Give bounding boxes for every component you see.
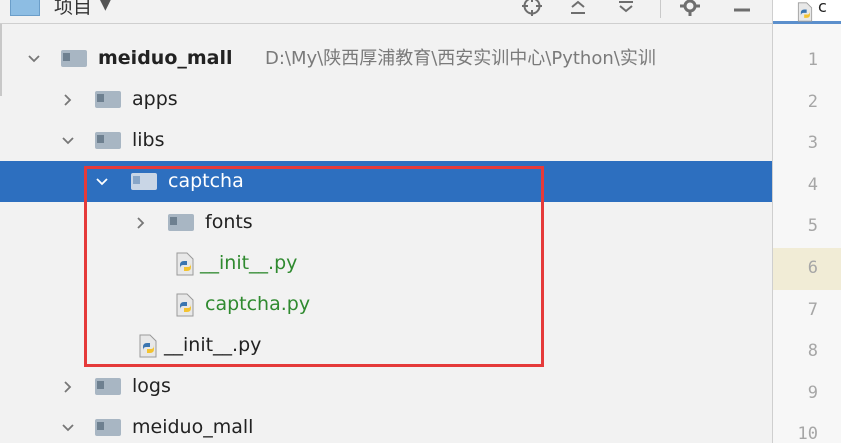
expand-all-icon[interactable] — [612, 0, 640, 20]
line-number: 6 — [773, 247, 841, 290]
project-view-selector[interactable]: 项目 ▼ — [10, 0, 111, 20]
folder-icon — [95, 419, 121, 436]
project-tree: meiduo_mall D:\My\陕西厚浦教育\西安实训中心\Python\实… — [0, 38, 772, 443]
file-name-captcha-init: __init__.py — [200, 252, 298, 274]
folder-icon — [131, 173, 157, 190]
hide-icon[interactable] — [728, 0, 756, 20]
python-file-icon — [139, 334, 157, 358]
chevron-right-icon[interactable] — [131, 202, 151, 243]
line-number: 3 — [807, 133, 818, 154]
project-icon — [10, 0, 40, 16]
root-folder-name: meiduo_mall — [98, 47, 233, 69]
folder-name-logs: logs — [132, 375, 171, 397]
chevron-down-icon[interactable] — [58, 407, 78, 443]
project-view-title: 项目 — [54, 0, 93, 18]
file-name-libs-init: __init__.py — [164, 334, 262, 356]
tree-row-libs[interactable]: libs — [0, 120, 772, 161]
chevron-down-icon[interactable] — [92, 161, 112, 202]
line-number: 8 — [807, 341, 818, 362]
chevron-right-icon[interactable] — [58, 366, 78, 407]
folder-name-apps: apps — [132, 88, 178, 110]
chevron-right-icon[interactable] — [58, 79, 78, 120]
tree-row-captcha-init[interactable]: __init__.py — [0, 243, 772, 284]
python-file-icon — [176, 293, 194, 317]
project-panel: 项目 ▼ meiduo_mall D:\My\陕西厚浦教育\西安实训中心\Pyt… — [0, 0, 772, 443]
folder-icon — [95, 91, 121, 108]
tree-row-meiduo-mall-pkg[interactable]: meiduo_mall — [0, 407, 772, 443]
python-file-icon — [797, 2, 813, 22]
folder-icon — [168, 214, 194, 231]
chevron-down-icon[interactable] — [24, 38, 44, 79]
line-number: 2 — [807, 91, 818, 112]
line-number: 4 — [807, 174, 818, 195]
editor-area: c 1 2 3 4 5 6 7 8 9 10 — [773, 0, 841, 443]
python-file-icon — [176, 252, 194, 276]
tree-row-apps[interactable]: apps — [0, 79, 772, 120]
tree-row-fonts[interactable]: fonts — [0, 202, 772, 243]
tree-row-root[interactable]: meiduo_mall D:\My\陕西厚浦教育\西安实训中心\Python\实… — [0, 38, 772, 79]
folder-name-meiduo-mall: meiduo_mall — [132, 416, 254, 438]
locate-icon[interactable] — [518, 0, 546, 20]
folder-icon — [61, 50, 87, 67]
line-number: 1 — [807, 50, 818, 70]
folder-name-libs: libs — [132, 129, 165, 151]
file-name-captcha-py: captcha.py — [205, 293, 311, 315]
line-number-gutter: 1 2 3 4 5 6 7 8 9 10 — [773, 40, 841, 443]
toolbar-separator — [660, 0, 661, 18]
project-toolbar: 项目 ▼ — [0, 0, 772, 24]
folder-icon — [95, 378, 121, 395]
chevron-down-icon[interactable] — [58, 120, 78, 161]
line-number: 7 — [807, 299, 818, 320]
line-number: 10 — [797, 424, 818, 443]
tree-row-captcha-py[interactable]: captcha.py — [0, 284, 772, 325]
line-number: 9 — [807, 382, 818, 403]
folder-icon — [95, 132, 121, 149]
line-number: 5 — [807, 216, 818, 237]
editor-tab[interactable]: c — [773, 0, 841, 24]
folder-name-captcha: captcha — [168, 170, 244, 192]
tree-row-libs-init[interactable]: __init__.py — [0, 325, 772, 366]
tree-row-logs[interactable]: logs — [0, 366, 772, 407]
chevron-down-icon: ▼ — [100, 0, 111, 13]
editor-tab-label: c — [818, 0, 827, 16]
collapse-all-icon[interactable] — [564, 0, 592, 20]
tree-row-captcha[interactable]: captcha — [0, 161, 772, 202]
gear-icon[interactable] — [676, 0, 704, 20]
root-folder-path: D:\My\陕西厚浦教育\西安实训中心\Python\实训 — [265, 48, 656, 69]
folder-name-fonts: fonts — [205, 211, 253, 233]
